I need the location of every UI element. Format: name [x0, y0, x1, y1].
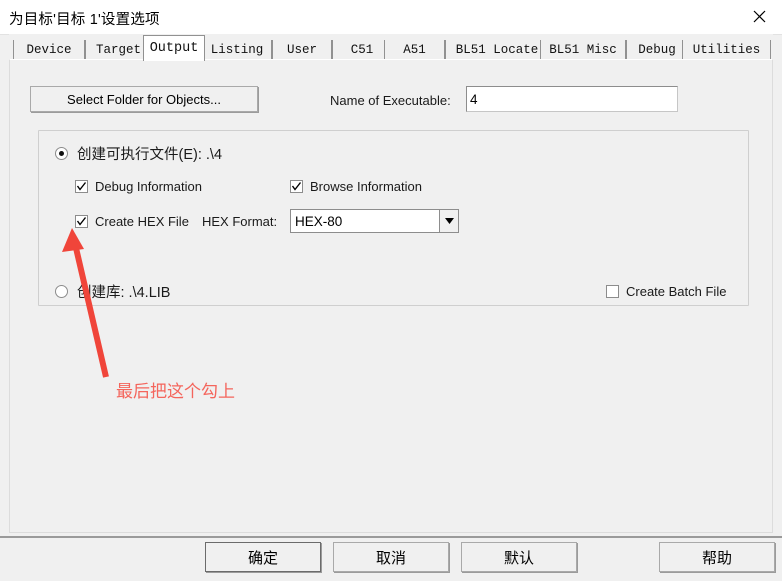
- select-folder-for-objects-button[interactable]: Select Folder for Objects...: [30, 86, 258, 112]
- ok-button[interactable]: 确定: [205, 542, 321, 572]
- help-button[interactable]: 帮助: [659, 542, 775, 572]
- chevron-down-glyph: [444, 218, 454, 224]
- create-batch-file-checkbox[interactable]: [606, 285, 619, 298]
- tab-output[interactable]: Output: [143, 35, 205, 61]
- check-icon: [76, 182, 87, 191]
- annotation-text: 最后把这个勾上: [116, 382, 235, 401]
- check-icon: [76, 217, 87, 226]
- defaults-button[interactable]: 默认: [461, 542, 577, 572]
- browse-information-label[interactable]: Browse Information: [310, 179, 422, 194]
- create-hex-file-label[interactable]: Create HEX File: [95, 214, 189, 229]
- name-of-executable-label: Name of Executable:: [330, 93, 451, 108]
- create-executable-radio[interactable]: [55, 147, 68, 160]
- close-icon: [753, 10, 765, 23]
- debug-information-label[interactable]: Debug Information: [95, 179, 202, 194]
- create-batch-file-label[interactable]: Create Batch File: [626, 284, 726, 299]
- create-library-label[interactable]: 创建库: .\4.LIB: [77, 281, 170, 302]
- tab-page-output: Select Folder for Objects... Name of Exe…: [9, 59, 773, 533]
- footer-separator: [0, 536, 782, 538]
- create-hex-file-checkbox[interactable]: [75, 215, 88, 228]
- hex-format-label: HEX Format:: [202, 214, 278, 229]
- name-of-executable-input[interactable]: 4: [466, 86, 678, 112]
- tab-target[interactable]: Target: [85, 40, 152, 60]
- tab-a51[interactable]: A51: [384, 40, 445, 60]
- hex-format-value: HEX-80: [295, 213, 343, 229]
- title-bar: 为目标'目标 1'设置选项: [0, 0, 782, 35]
- window-title: 为目标'目标 1'设置选项: [9, 12, 160, 28]
- cancel-button[interactable]: 取消: [333, 542, 449, 572]
- close-button[interactable]: [736, 0, 782, 33]
- tab-utilities[interactable]: Utilities: [682, 40, 771, 60]
- create-library-radio[interactable]: [55, 285, 68, 298]
- tab-bl51-misc[interactable]: BL51 Misc: [540, 40, 626, 60]
- tab-bl51-locate[interactable]: BL51 Locate: [445, 40, 549, 60]
- tab-user[interactable]: User: [272, 40, 332, 60]
- check-icon: [291, 182, 302, 191]
- tab-device[interactable]: Device: [13, 40, 85, 60]
- hex-format-combobox[interactable]: HEX-80: [290, 209, 459, 233]
- tab-debug[interactable]: Debug: [626, 40, 688, 60]
- browse-information-checkbox[interactable]: [290, 180, 303, 193]
- output-options-groupbox: 创建可执行文件(E): .\4 Debug Information Browse…: [38, 130, 749, 306]
- debug-information-checkbox[interactable]: [75, 180, 88, 193]
- chevron-down-icon[interactable]: [439, 210, 458, 232]
- tab-strip: Device Target Output Listing User C51 A5…: [9, 34, 773, 61]
- tab-c51[interactable]: C51: [332, 40, 392, 60]
- tab-listing[interactable]: Listing: [202, 40, 272, 60]
- create-executable-label[interactable]: 创建可执行文件(E): .\4: [77, 143, 222, 164]
